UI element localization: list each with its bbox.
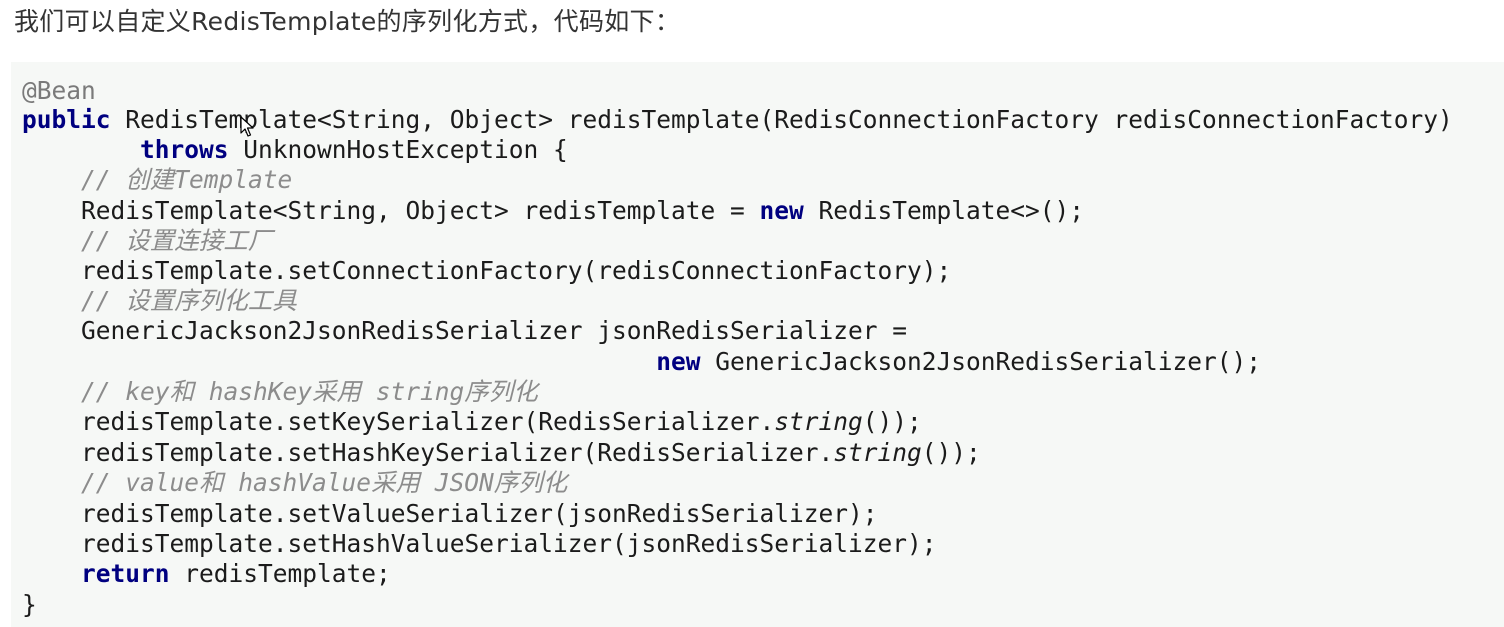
comment-connection-factory: // 设置连接工厂 [81,226,273,255]
method-signature: RedisTemplate<String, Object> redisTempl… [110,105,1453,134]
code-line-annotation: @Bean [22,76,96,106]
code-text: ()); [921,438,981,467]
throws-clause: UnknownHostException { [228,135,568,164]
keyword-public: public [22,105,111,134]
keyword-new: new [656,347,701,376]
code-text: redisTemplate.setValueSerializer(jsonRed… [81,499,878,528]
comment-value-serializer: // value和 hashValue采用 JSON序列化 [81,468,568,497]
code-text: GenericJackson2JsonRedisSerializer jsonR… [81,316,908,345]
code-line-comment-serializer: // 设置序列化工具 [22,286,297,316]
code-line-return: return redisTemplate; [22,559,391,589]
code-block: @Bean public RedisTemplate<String, Objec… [11,62,1504,627]
keyword-new: new [759,196,804,225]
code-line-comment-factory: // 设置连接工厂 [22,226,272,256]
keyword-throws: throws [140,135,229,164]
keyword-return: return [81,559,170,588]
code-line-throws: throws UnknownHostException { [22,135,568,165]
code-text: redisTemplate.setHashKeySerializer(Redis… [81,438,834,467]
code-line-comment-value: // value和 hashValue采用 JSON序列化 [22,468,567,498]
code-line-set-hashvalue-serializer: redisTemplate.setHashValueSerializer(jso… [22,529,937,559]
code-line-signature: public RedisTemplate<String, Object> red… [22,105,1453,135]
code-text: GenericJackson2JsonRedisSerializer(); [700,347,1262,376]
code-text: ()); [862,407,922,436]
code-text: RedisTemplate<>(); [803,196,1085,225]
code-text: redisTemplate; [169,559,391,588]
code-text: redisTemplate.setConnectionFactory(redis… [81,256,952,285]
comment-key-serializer: // key和 hashKey采用 string序列化 [81,377,538,406]
method-string: string [833,438,922,467]
code-line-closing-brace: } [22,590,37,620]
code-line-serializer-new: new GenericJackson2JsonRedisSerializer()… [22,347,1261,377]
code-text: RedisTemplate<String, Object> redisTempl… [81,196,760,225]
annotation: @Bean [22,76,96,105]
code-line-comment-create: // 创建Template [22,165,292,195]
code-line-set-key-serializer: redisTemplate.setKeySerializer(RedisSeri… [22,407,922,437]
mouse-cursor-icon [240,116,254,137]
code-line-comment-key: // key和 hashKey采用 string序列化 [22,377,538,407]
code-text: redisTemplate.setKeySerializer(RedisSeri… [81,407,775,436]
comment-create-template: // 创建Template [81,165,293,194]
code-line-set-value-serializer: redisTemplate.setValueSerializer(jsonRed… [22,499,878,529]
code-line-set-hashkey-serializer: redisTemplate.setHashKeySerializer(Redis… [22,438,981,468]
closing-brace: } [22,590,37,619]
code-line-serializer-decl: GenericJackson2JsonRedisSerializer jsonR… [22,316,907,346]
intro-text: 我们可以自定义RedisTemplate的序列化方式，代码如下： [14,7,681,36]
method-string: string [774,407,863,436]
code-line-set-factory: redisTemplate.setConnectionFactory(redis… [22,256,951,286]
code-text: redisTemplate.setHashValueSerializer(jso… [81,529,937,558]
code-line-new-template: RedisTemplate<String, Object> redisTempl… [22,196,1084,226]
comment-serializer-tool: // 设置序列化工具 [81,286,297,315]
